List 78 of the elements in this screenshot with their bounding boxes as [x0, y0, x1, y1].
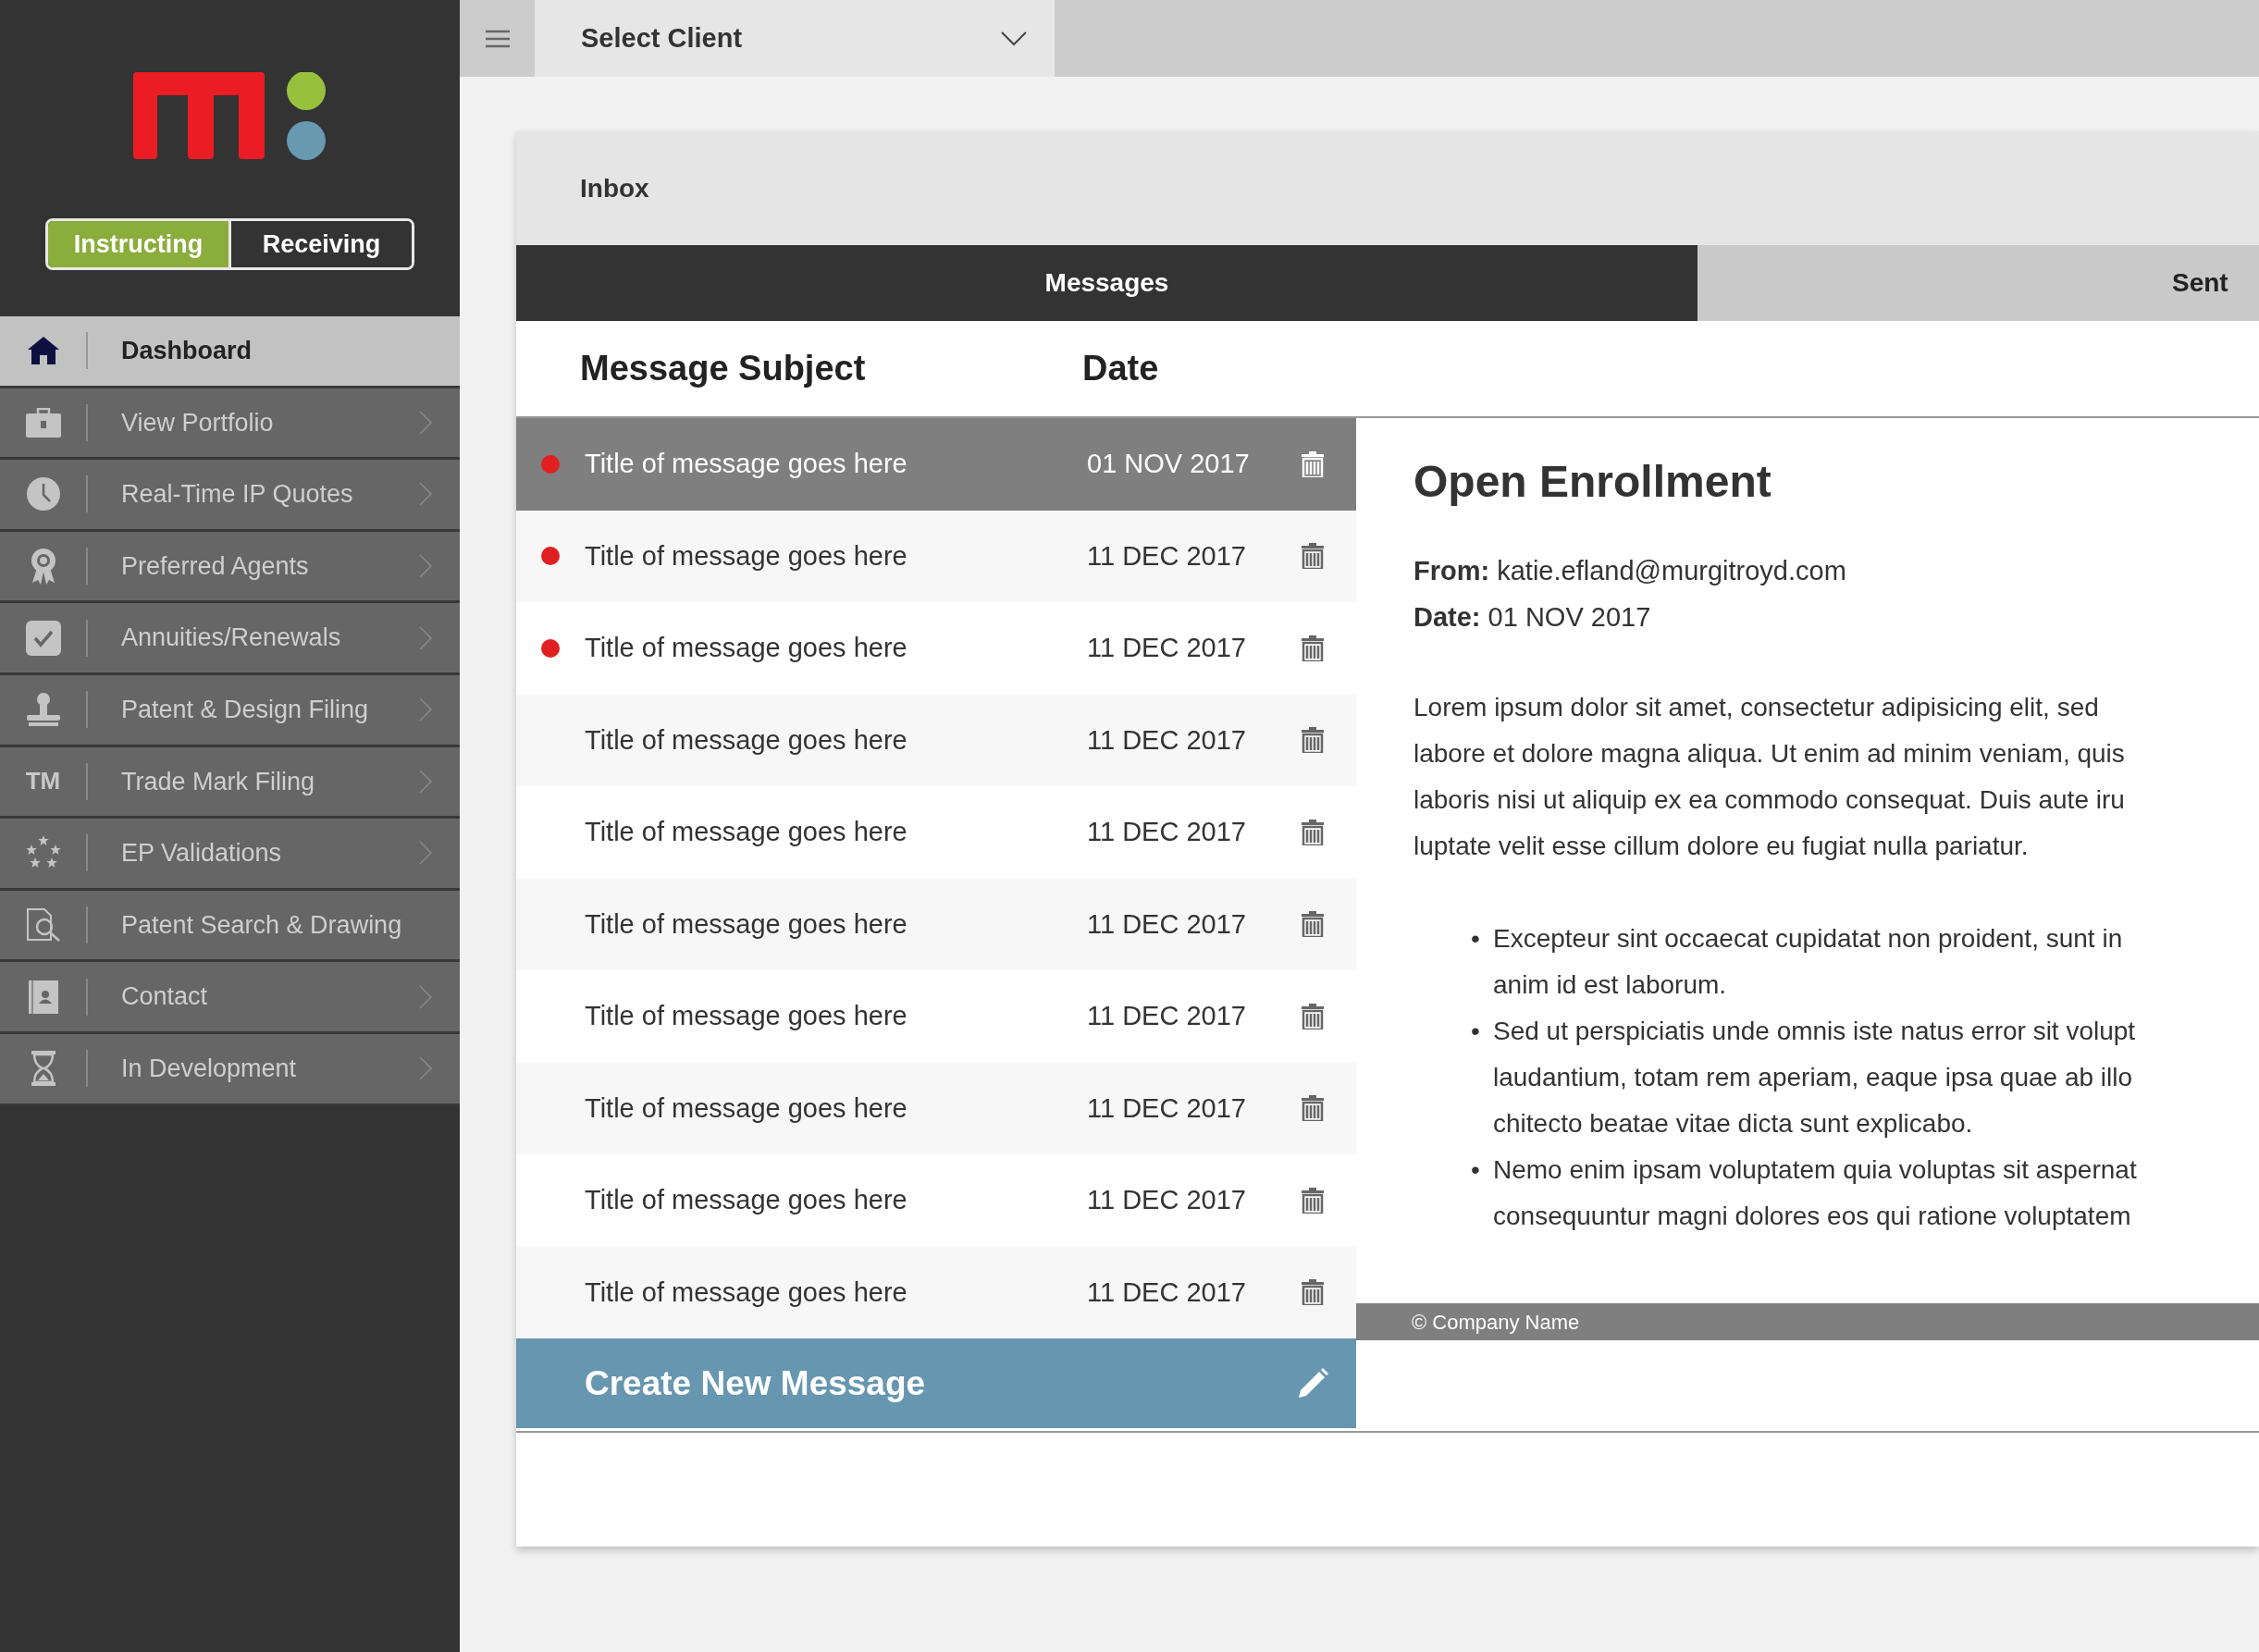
contact-book-icon: [28, 980, 58, 1014]
pencil-icon: [1297, 1367, 1328, 1399]
message-date: 11 DEC 2017: [1087, 632, 1247, 664]
message-subject: Title of message goes here: [585, 539, 908, 573]
bullet-mark: •: [1471, 922, 1481, 955]
trademark-icon: TM: [25, 763, 61, 800]
briefcase-icon: [25, 407, 61, 438]
message-meta: From: katie.efland@murgitroyd.com: [1413, 554, 1847, 587]
message-date: 01 NOV 2017: [1087, 448, 1251, 480]
message-title: Open Enrollment: [1413, 456, 1772, 508]
trash-icon[interactable]: [1302, 450, 1324, 477]
message-subject: Title of message goes here: [585, 907, 908, 941]
mode-tab[interactable]: Receiving: [228, 221, 412, 267]
trash-icon[interactable]: [1302, 1279, 1324, 1306]
message-paragraph: Lorem ipsum dolor sit amet, consectetur adipisicing elit, sed labore et dolore magna aliqua. Ut enim ad minim veniam, quis laboris nisi ut aliquip ex ea commodo consequat. Duis aute iru luptate velit esse cillum dolore eu fugiat nulla pariatur.: [1413, 691, 2126, 862]
client-select[interactable]: Select Client: [535, 0, 1055, 77]
inbox-header: Inbox: [516, 131, 2259, 245]
message-subject: Title of message goes here: [585, 1000, 908, 1032]
trash-icon[interactable]: [1302, 727, 1324, 754]
sidebar-item[interactable]: Real-Time IP Quotes: [0, 460, 460, 532]
bullet-text: Excepteur sint occaecat cupidatat non proident, sunt in anim id est laborum.: [1493, 922, 2123, 1001]
message-date: 11 DEC 2017: [1087, 1276, 1247, 1309]
tab[interactable]: Messages: [516, 245, 1697, 321]
message-meta: Date: 01 NOV 2017: [1413, 600, 1652, 634]
sidebar-item[interactable]: View Portfolio: [0, 388, 460, 461]
sidebar-item[interactable]: Preferred Agents: [0, 531, 460, 604]
column-header: Message Subject: [580, 348, 867, 389]
bullet-mark: •: [1471, 1153, 1481, 1186]
message-date: 11 DEC 2017: [1087, 1000, 1247, 1032]
home-icon: [26, 336, 60, 366]
message-date: 11 DEC 2017: [1087, 539, 1247, 573]
bullet-mark: •: [1471, 1015, 1481, 1047]
message-subject: Title of message goes here: [585, 816, 908, 848]
trash-icon[interactable]: [1302, 543, 1324, 570]
trash-icon[interactable]: [1302, 635, 1324, 661]
sidebar-item[interactable]: Contact: [0, 962, 460, 1034]
message-date: 11 DEC 2017: [1087, 723, 1247, 757]
message-date: 11 DEC 2017: [1087, 907, 1247, 941]
sidebar-item[interactable]: In Development: [0, 1033, 460, 1106]
trash-icon[interactable]: [1302, 819, 1324, 845]
message-subject: Title of message goes here: [585, 1276, 908, 1309]
message-row[interactable]: Title of message goes here 11 DEC 2017: [516, 510, 1356, 602]
message-date: 11 DEC 2017: [1087, 1091, 1247, 1125]
message-row[interactable]: Title of message goes here 11 DEC 2017: [516, 694, 1356, 786]
trash-icon[interactable]: [1302, 911, 1324, 938]
checkbox-icon: [25, 620, 61, 656]
sidebar-item[interactable]: Dashboard: [0, 316, 460, 388]
bullet-text: Nemo enim ipsam voluptatem quia voluptas sit aspernat consequuntur magni dolores eos qui ratione voluptatem: [1493, 1153, 2137, 1232]
bullet-text: Sed ut perspiciatis unde omnis iste natus error sit volupt laudantium, totam rem aperiam, eaque ipsa quae ab illo chitecto beatae vitae dicta sunt explicabo.: [1493, 1015, 2136, 1140]
document-search-icon: [25, 908, 61, 943]
message-subject: Title of message goes here: [585, 632, 908, 664]
trash-icon[interactable]: [1302, 1095, 1324, 1122]
trash-icon[interactable]: [1302, 1003, 1324, 1029]
trash-icon[interactable]: [1302, 1187, 1324, 1214]
rosette-icon: [29, 548, 57, 586]
sidebar-item[interactable]: Annuities/Renewals: [0, 603, 460, 675]
message-date: 11 DEC 2017: [1087, 1184, 1247, 1216]
message-subject: Title of message goes here: [585, 1091, 908, 1125]
message-row[interactable]: Title of message goes here 11 DEC 2017: [516, 1246, 1356, 1338]
message-row[interactable]: Title of message goes here 11 DEC 2017: [516, 878, 1356, 970]
sidebar-item[interactable]: Patent & Design Filing: [0, 674, 460, 747]
message-subject: Title of message goes here: [585, 448, 908, 480]
sidebar-item[interactable]: Patent Search & Drawing: [0, 890, 460, 963]
message-subject: Title of message goes here: [585, 723, 908, 757]
stamp-icon: [26, 693, 60, 727]
tab[interactable]: Sent: [1697, 245, 2259, 321]
message-date: 11 DEC 2017: [1087, 816, 1247, 848]
menu-icon: [485, 29, 510, 48]
footer-bar: © Company Name: [1356, 1303, 2259, 1340]
sidebar-item[interactable]: EP Validations: [0, 819, 460, 891]
sidebar-item[interactable]: TM Trade Mark Filing: [0, 746, 460, 820]
clock-icon: [26, 477, 60, 512]
column-header: Date: [1082, 348, 1159, 389]
message-subject: Title of message goes here: [585, 1184, 908, 1216]
message-row[interactable]: Title of message goes here 01 NOV 2017: [516, 418, 1356, 511]
message-row[interactable]: Title of message goes here 11 DEC 2017: [516, 1062, 1356, 1154]
chevron-down-icon: [1001, 31, 1027, 46]
hourglass-icon: [31, 1051, 56, 1087]
